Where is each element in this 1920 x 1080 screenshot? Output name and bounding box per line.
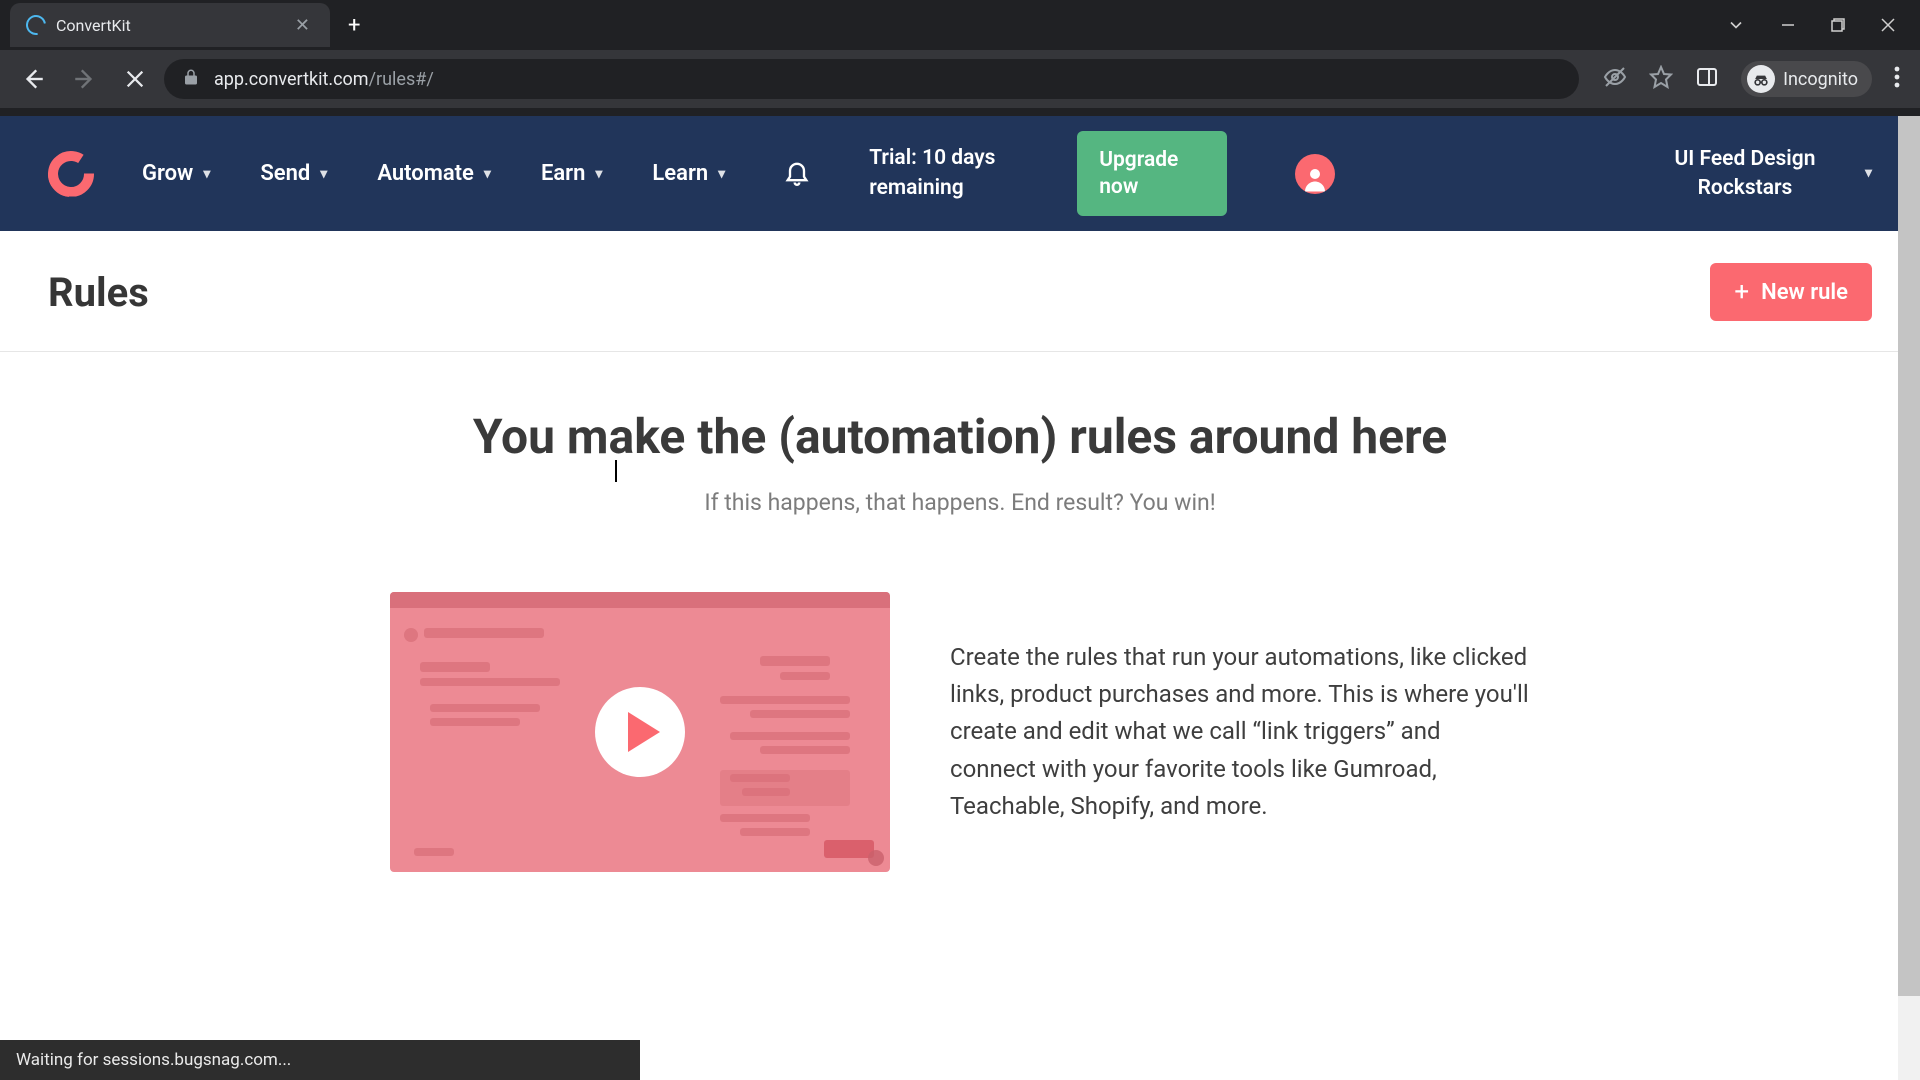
- page-bar: Rules + New rule: [0, 231, 1920, 352]
- nav-grow[interactable]: Grow▾: [142, 161, 210, 186]
- nav-learn[interactable]: Learn▾: [652, 161, 725, 186]
- chevron-down-icon: ▾: [320, 166, 327, 182]
- address-row: app.convertkit.com/rules#/ Incognito: [0, 50, 1920, 108]
- scrollbar-thumb[interactable]: [1898, 116, 1920, 996]
- browser-status-bar: Waiting for sessions.bugsnag.com...: [0, 1040, 640, 1080]
- back-button[interactable]: [12, 58, 54, 100]
- lock-icon: [182, 68, 200, 90]
- new-tab-button[interactable]: +: [330, 13, 378, 38]
- close-window-icon[interactable]: [1880, 17, 1896, 33]
- tab-title: ConvertKit: [56, 16, 281, 35]
- eye-off-icon[interactable]: [1603, 65, 1627, 93]
- upgrade-button[interactable]: Upgrade now: [1077, 131, 1227, 216]
- bookmark-star-icon[interactable]: [1649, 65, 1673, 93]
- toolbar-right: Incognito: [1589, 61, 1908, 97]
- main-content: You make the (automation) rules around h…: [0, 352, 1920, 928]
- close-tab-icon[interactable]: ✕: [291, 11, 314, 40]
- browser-chrome: ConvertKit ✕ +: [0, 0, 1920, 116]
- vertical-scrollbar[interactable]: [1898, 116, 1920, 1080]
- hero-description: Create the rules that run your automatio…: [950, 639, 1530, 825]
- incognito-icon: [1747, 65, 1775, 93]
- kebab-menu-icon[interactable]: [1894, 66, 1900, 92]
- account-menu[interactable]: UI Feed Design Rockstars ▾: [1655, 145, 1872, 202]
- notifications-bell-icon[interactable]: [773, 158, 821, 190]
- page-title: Rules: [48, 269, 149, 316]
- chevron-down-icon: ▾: [1865, 164, 1872, 183]
- trial-remaining: Trial: 10 days remaining: [869, 144, 1029, 203]
- new-rule-button[interactable]: + New rule: [1710, 263, 1872, 321]
- window-controls: [1726, 15, 1920, 35]
- convertkit-favicon-icon: [22, 11, 50, 39]
- url-text: app.convertkit.com/rules#/: [214, 69, 434, 90]
- main-nav: Grow▾ Send▾ Automate▾ Earn▾ Learn▾: [142, 161, 725, 186]
- forward-button[interactable]: [64, 58, 106, 100]
- hero-row: Create the rules that run your automatio…: [200, 592, 1720, 872]
- tabs-dropdown-icon[interactable]: [1726, 15, 1746, 35]
- plus-icon: +: [1734, 277, 1749, 307]
- nav-earn[interactable]: Earn▾: [541, 161, 602, 186]
- app-header: Grow▾ Send▾ Automate▾ Earn▾ Learn▾ Trial…: [0, 116, 1920, 231]
- chevron-down-icon: ▾: [484, 166, 491, 182]
- chevron-down-icon: ▾: [718, 166, 725, 182]
- avatar[interactable]: [1295, 154, 1335, 194]
- hero-title: You make the (automation) rules around h…: [48, 408, 1872, 465]
- tabs-row: ConvertKit ✕ +: [0, 0, 1920, 50]
- side-panel-icon[interactable]: [1695, 65, 1719, 93]
- incognito-indicator[interactable]: Incognito: [1741, 61, 1872, 97]
- maximize-window-icon[interactable]: [1830, 17, 1846, 33]
- address-bar[interactable]: app.convertkit.com/rules#/: [164, 59, 1579, 99]
- convertkit-logo-icon[interactable]: [48, 151, 94, 197]
- nav-automate[interactable]: Automate▾: [377, 161, 491, 186]
- incognito-label: Incognito: [1783, 69, 1858, 90]
- play-icon: [628, 712, 660, 752]
- chevron-down-icon: ▾: [203, 166, 210, 182]
- text-cursor-icon: [615, 460, 617, 482]
- hero-subtitle: If this happens, that happens. End resul…: [48, 489, 1872, 516]
- chevron-down-icon: ▾: [595, 166, 602, 182]
- thumb-topbar: [390, 592, 890, 608]
- nav-send[interactable]: Send▾: [260, 161, 327, 186]
- stop-button[interactable]: [116, 60, 154, 98]
- minimize-window-icon[interactable]: [1780, 17, 1796, 33]
- video-thumbnail[interactable]: [390, 592, 890, 872]
- account-name: UI Feed Design Rockstars: [1655, 145, 1835, 202]
- browser-tab[interactable]: ConvertKit ✕: [10, 3, 330, 47]
- play-button[interactable]: [595, 687, 685, 777]
